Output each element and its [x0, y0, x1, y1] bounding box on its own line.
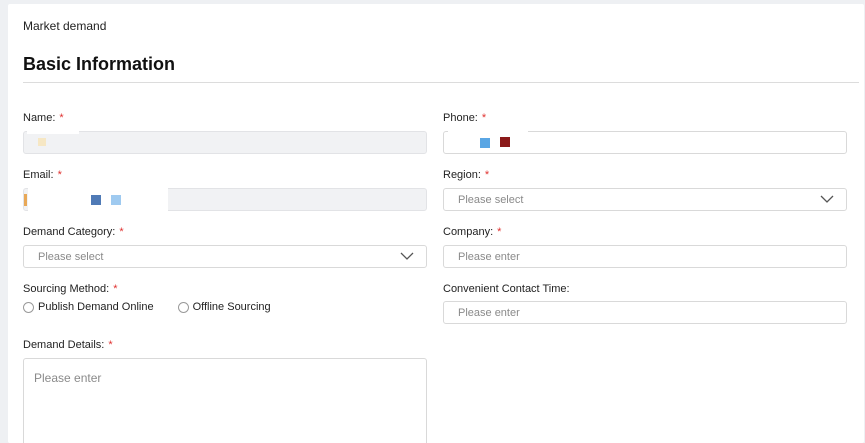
sourcing-method-label-text: Sourcing Method: — [23, 283, 110, 295]
email-label: Email: * — [23, 169, 62, 181]
phone-label: Phone: * — [443, 112, 486, 124]
required-mark: * — [57, 169, 62, 181]
required-mark: * — [113, 283, 118, 295]
chevron-down-icon — [400, 252, 414, 260]
company-placeholder: Please enter — [458, 251, 520, 263]
demand-category-select[interactable]: Please select — [23, 245, 427, 268]
sourcing-method-radio-group: Publish Demand Online Offline Sourcing — [23, 301, 295, 313]
contact-time-label: Convenient Contact Time: — [443, 283, 570, 295]
contact-time-input[interactable]: Please enter — [443, 301, 847, 324]
demand-details-label: Demand Details: * — [23, 339, 113, 351]
company-label-text: Company: — [443, 226, 494, 238]
demand-details-textarea[interactable]: Please enter — [23, 358, 427, 443]
required-mark: * — [481, 112, 487, 124]
radio-publish-demand-online[interactable]: Publish Demand Online — [23, 301, 154, 313]
email-label-text: Email: — [23, 169, 54, 181]
demand-category-label: Demand Category: * — [23, 226, 124, 238]
demand-details-placeholder: Please enter — [34, 371, 102, 385]
page-title: Basic Information — [23, 54, 176, 74]
region-label-text: Region: — [443, 169, 481, 181]
contact-time-placeholder: Please enter — [458, 307, 520, 319]
masked-value — [91, 195, 101, 205]
name-label-text: Name: — [23, 112, 56, 124]
demand-category-placeholder: Please select — [38, 251, 104, 263]
breadcrumb[interactable]: Market demand — [23, 19, 106, 33]
radio-circle-icon[interactable] — [23, 301, 34, 313]
region-placeholder: Please select — [458, 194, 524, 206]
masked-value — [27, 128, 79, 134]
masked-value — [448, 129, 528, 134]
region-label: Region: * — [443, 169, 489, 181]
company-label: Company: * — [443, 226, 501, 238]
form-card: Market demand Basic Information Name: * P… — [8, 4, 864, 443]
required-mark: * — [59, 112, 64, 124]
contact-time-label-text: Convenient Contact Time: — [443, 283, 570, 295]
radio-label: Publish Demand Online — [38, 301, 154, 313]
demand-category-label-text: Demand Category: — [23, 226, 116, 238]
sourcing-method-label: Sourcing Method: * — [23, 283, 118, 295]
phone-label-text: Phone: — [443, 112, 478, 124]
masked-value — [38, 138, 46, 146]
masked-value — [24, 194, 27, 206]
masked-value — [500, 137, 510, 147]
required-mark: * — [484, 169, 490, 181]
required-mark: * — [108, 339, 113, 351]
section-divider — [23, 82, 859, 83]
required-mark: * — [497, 226, 502, 238]
chevron-down-icon — [820, 195, 834, 203]
masked-value — [480, 138, 490, 148]
radio-offline-sourcing[interactable]: Offline Sourcing — [177, 301, 271, 313]
masked-value — [111, 195, 121, 205]
name-label: Name: * — [23, 112, 64, 124]
company-input[interactable]: Please enter — [443, 245, 847, 268]
radio-circle-icon[interactable] — [177, 301, 189, 313]
name-field[interactable] — [23, 128, 427, 154]
radio-label: Offline Sourcing — [192, 301, 271, 313]
region-select[interactable]: Please select — [443, 188, 847, 211]
required-mark: * — [119, 226, 124, 238]
demand-details-label-text: Demand Details: — [23, 339, 105, 351]
email-field[interactable] — [23, 187, 427, 211]
phone-field[interactable] — [443, 129, 847, 154]
